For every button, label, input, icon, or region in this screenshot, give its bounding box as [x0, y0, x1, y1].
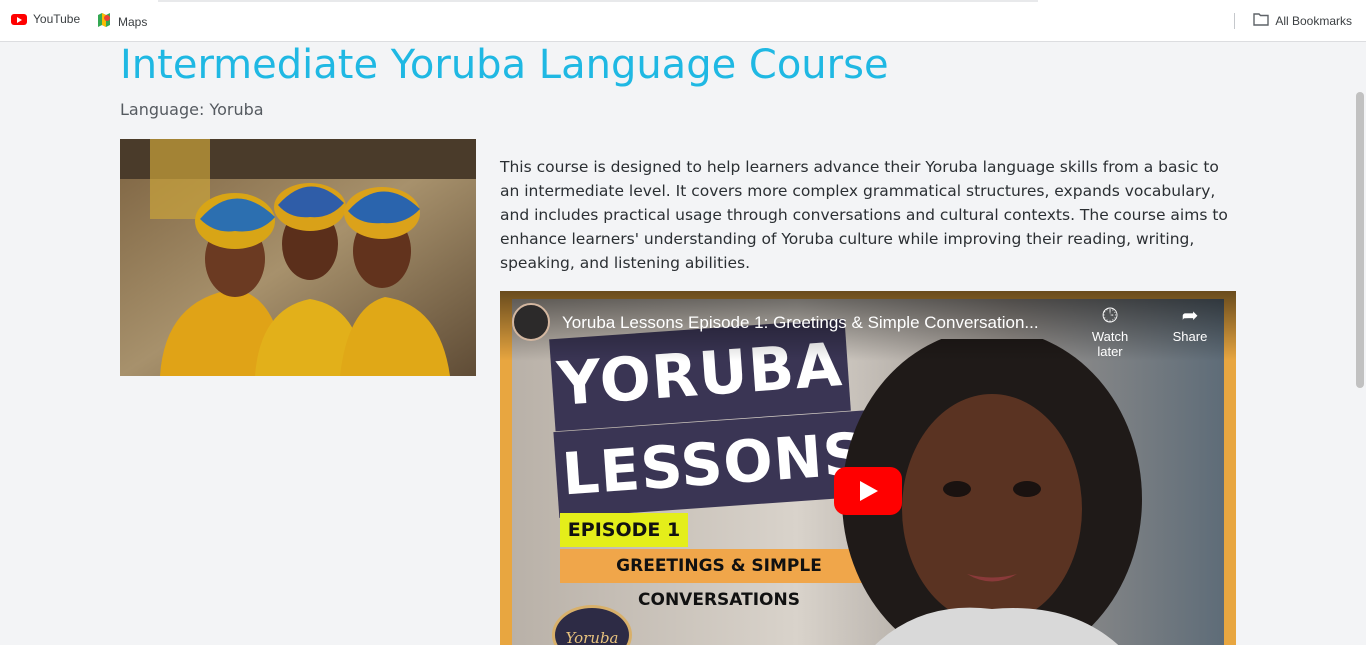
bookmark-maps[interactable]: Maps [96, 12, 147, 31]
share-icon: ➦ [1181, 305, 1199, 327]
course-image [120, 139, 476, 376]
bookmark-youtube[interactable]: YouTube [11, 12, 80, 26]
bookmark-youtube-label: YouTube [33, 12, 81, 26]
video-player[interactable]: YORUBA LESSONS EPISODE 1 GREETINGS & SIM… [500, 291, 1236, 645]
share-button[interactable]: ➦ Share [1160, 303, 1220, 344]
bookmarks-bar: YouTube Maps All Bookmarks [0, 0, 1366, 42]
all-bookmarks-button[interactable]: All Bookmarks [1253, 12, 1352, 29]
maps-icon [96, 12, 112, 31]
channel-avatar[interactable] [512, 303, 550, 341]
all-bookmarks-label: All Bookmarks [1275, 13, 1352, 28]
course-language: Language: Yoruba [120, 100, 264, 119]
play-button[interactable] [834, 467, 902, 515]
page-scrollbar[interactable] [1356, 92, 1364, 388]
thumb-episode-label: EPISODE 1 [560, 513, 688, 547]
tab-strip-edge [158, 0, 1038, 2]
course-description: This course is designed to help learners… [500, 158, 1228, 272]
watch-later-button[interactable]: 🕒︎ Watch later [1080, 303, 1140, 359]
video-title[interactable]: Yoruba Lessons Episode 1: Greetings & Si… [562, 313, 1039, 333]
folder-icon [1253, 12, 1270, 29]
watch-later-label: Watch later [1091, 329, 1129, 359]
page-title: Intermediate Yoruba Language Course [120, 42, 889, 88]
share-label: Share [1172, 329, 1208, 344]
bookmark-maps-label: Maps [118, 14, 148, 29]
clock-icon: 🕒︎ [1102, 305, 1118, 327]
channel-logo: Yoruba [552, 605, 632, 645]
bookmarks-separator [1234, 13, 1235, 29]
youtube-icon [11, 13, 27, 25]
